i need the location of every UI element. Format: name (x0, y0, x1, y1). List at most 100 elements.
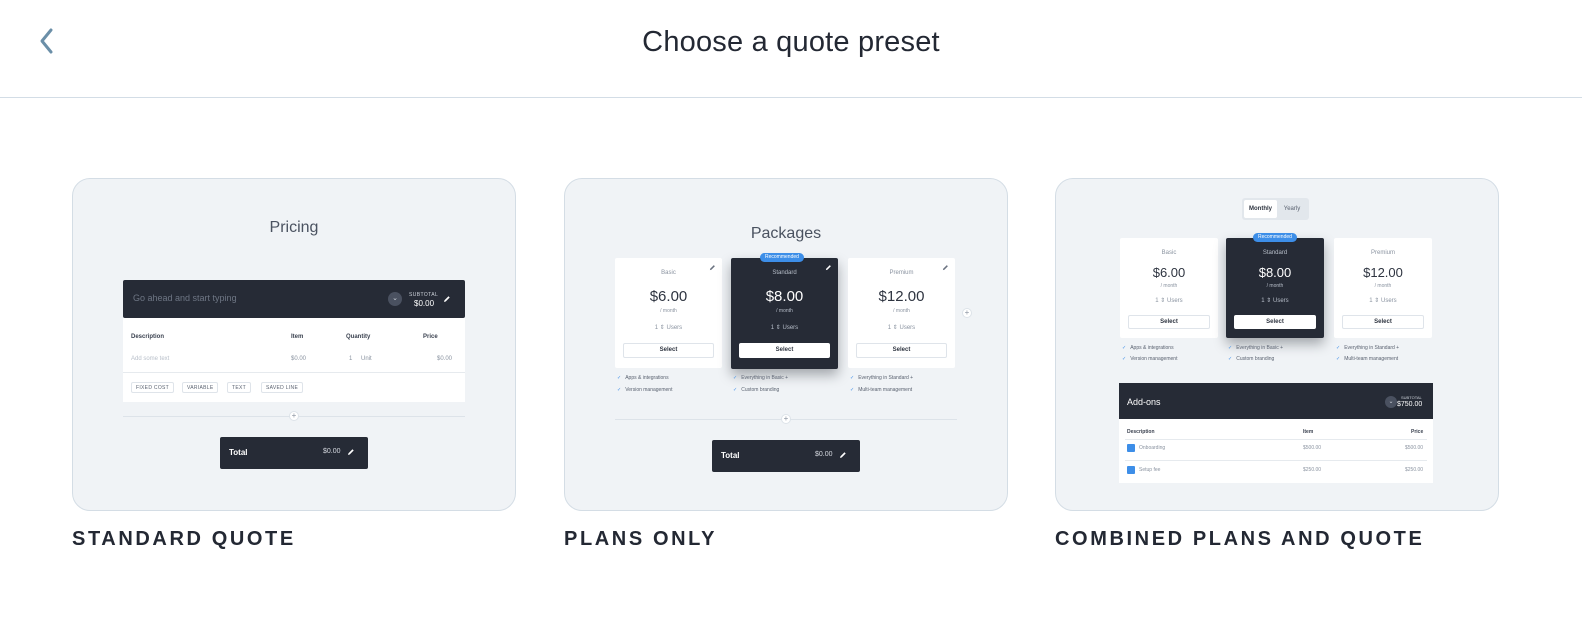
addons-subtotal-value: $750.00 (1397, 401, 1423, 408)
plan-price: $6.00 (649, 288, 688, 305)
plan-users: 1 ⇕ Users (770, 325, 799, 331)
column-header: Price (423, 334, 438, 340)
chevron-down-icon: ⌄ (1385, 396, 1397, 408)
plan-name: Premium (889, 270, 914, 276)
column-header: Price (1411, 429, 1424, 435)
preview-title: Pricing (269, 219, 319, 236)
tag-text: TEXT (227, 382, 251, 393)
toggle-monthly: Monthly (1244, 200, 1277, 218)
plan-feature: ✓ Version management (617, 387, 673, 393)
divider (123, 372, 465, 373)
plan-feature: ✓ Everything in Basic + (1228, 345, 1284, 351)
pencil-icon (825, 265, 831, 271)
plan-period: / month (660, 308, 677, 314)
plan-name: Standard (772, 270, 797, 276)
plan-feature: ✓ Version management (1122, 356, 1178, 362)
plan-select-button: Select (856, 343, 947, 358)
plan-feature: ✓ Everything in Basic + (733, 375, 789, 381)
column-header: Description (1127, 429, 1155, 435)
plan-users: 1 ⇕ Users (887, 325, 916, 331)
total-label: Total (229, 448, 248, 457)
divider (1125, 460, 1427, 461)
plan-feature: ✓ Everything in Standard + (850, 375, 914, 381)
pencil-icon (709, 265, 715, 271)
pencil-icon (942, 265, 948, 271)
plan-card-standard: Standard $8.00 / month 1 ⇕ Users Select (731, 258, 838, 369)
addons-title: Add-ons (1127, 397, 1161, 407)
plan-name: Premium (1370, 250, 1395, 256)
plan-feature: ✓ Apps & integrations (617, 375, 669, 381)
plan-users: 1 ⇕ Users (654, 325, 683, 331)
plan-period: / month (893, 308, 910, 314)
pencil-icon (348, 449, 354, 455)
plan-name: Basic (661, 270, 676, 276)
preset-label-standard-quote[interactable]: STANDARD QUOTE (72, 528, 296, 551)
plan-feature: ✓ Multi-team management (850, 387, 913, 393)
plan-name: Basic (1161, 250, 1177, 256)
toggle-yearly: Yearly (1283, 206, 1301, 212)
plan-period: / month (1374, 283, 1392, 289)
preview-input-bar: Go ahead and start typing ⌄ SUBTOTAL $0.… (123, 280, 465, 318)
tag-fixed-cost: FIXED COST (131, 382, 175, 393)
addon-description: Setup fee (1139, 467, 1161, 473)
addons-table: Description Item Price Onboarding $500.0… (1119, 419, 1433, 483)
page-title: Choose a quote preset (642, 26, 940, 58)
plan-select-button: Select (1342, 315, 1424, 329)
preset-card-standard-quote[interactable]: Pricing Go ahead and start typing ⌄ SUBT… (72, 178, 516, 511)
chevron-down-icon: ⌄ (388, 292, 402, 306)
preset-card-plans-only[interactable]: Packages Basic $6.00 / month 1 ⇕ Users S… (564, 178, 1008, 511)
plan-card-basic: Basic $6.00 / month 1 ⇕ Users Select (615, 258, 722, 368)
plan-price: $6.00 (1152, 265, 1186, 280)
plan-select-button: Select (739, 343, 830, 358)
preview-total-bar: Total $0.00 (712, 440, 860, 472)
row-price: $0.00 (437, 356, 453, 362)
plan-users: 1 ⇕ Users (1261, 298, 1289, 304)
row-item: $0.00 (291, 356, 307, 362)
column-header: Item (291, 334, 304, 340)
preview-subtotal-label: SUBTOTAL (409, 292, 439, 298)
plan-feature: ✓ Apps & integrations (1122, 345, 1174, 351)
total-value: $0.00 (815, 451, 833, 458)
plan-select-button: Select (623, 343, 714, 358)
plus-icon: + (289, 411, 299, 421)
addon-item: $500.00 (1303, 445, 1322, 451)
addon-price: $250.00 (1405, 467, 1424, 473)
plan-card-premium: Premium $12.00 / month 1 ⇕ Users Select (848, 258, 955, 368)
checkbox-icon (1127, 466, 1135, 474)
preset-card-combined[interactable]: Monthly Yearly Basic $6.00 / month 1 ⇕ U… (1055, 178, 1499, 511)
plan-card-premium: Premium $12.00 / month 1 ⇕ Users Select (1334, 238, 1432, 338)
preset-label-plans-only[interactable]: PLANS ONLY (564, 528, 717, 551)
addon-item: $250.00 (1303, 467, 1322, 473)
divider (1125, 439, 1427, 440)
plan-price: $8.00 (1258, 265, 1292, 280)
column-header: Item (1303, 429, 1314, 435)
total-value: $0.00 (323, 448, 341, 455)
recommended-badge: Recommended (1253, 233, 1297, 242)
plan-card-basic: Basic $6.00 / month 1 ⇕ Users Select (1120, 238, 1218, 338)
plan-period: / month (1160, 283, 1178, 289)
preset-label-combined[interactable]: COMBINED PLANS AND QUOTE (1055, 528, 1424, 551)
plan-price: $8.00 (765, 288, 804, 305)
plan-name: Standard (1262, 250, 1288, 256)
plus-icon: + (781, 414, 791, 424)
plan-users: 1 ⇕ Users (1155, 298, 1183, 304)
pencil-icon (444, 296, 450, 302)
plan-price: $12.00 (878, 288, 925, 305)
plan-select-button: Select (1234, 315, 1316, 329)
preview-table: Description Item Quantity Price Add some… (123, 318, 465, 402)
plus-icon: + (962, 308, 972, 318)
pencil-icon (840, 452, 846, 458)
preview-title: Packages (750, 225, 822, 242)
plan-price: $12.00 (1363, 265, 1403, 280)
column-header: Description (131, 334, 165, 340)
preview-subtotal-value: $0.00 (414, 299, 435, 308)
plan-card-standard: Standard $8.00 / month 1 ⇕ Users Select (1226, 238, 1324, 338)
plan-feature: ✓ Everything in Standard + (1336, 345, 1400, 351)
plan-feature: ✓ Multi-team management (1336, 356, 1399, 362)
row-quantity: 1 (349, 356, 353, 362)
recommended-badge: Recommended (760, 253, 804, 262)
plan-users: 1 ⇕ Users (1369, 298, 1397, 304)
row-unit: Unit (361, 356, 372, 362)
preview-total-bar: Total $0.00 (220, 437, 368, 469)
total-label: Total (721, 451, 740, 460)
